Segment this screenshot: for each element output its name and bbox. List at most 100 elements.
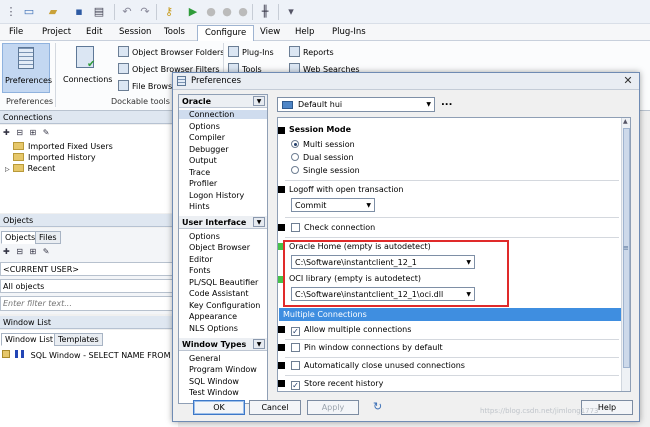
- tree-item[interactable]: Imported History: [13, 153, 96, 162]
- section-marker: [278, 344, 285, 351]
- tree-item[interactable]: Imported Fixed Users: [13, 142, 113, 151]
- category-group-window-types[interactable]: Window Types ▼: [179, 338, 267, 351]
- execute-icon[interactable]: ▶: [186, 5, 200, 19]
- allow-multiple-connections-checkbox[interactable]: ✓ Allow multiple connections: [291, 325, 411, 336]
- menu-tools[interactable]: Tools: [164, 27, 185, 37]
- tab-window-list[interactable]: Window List: [1, 333, 58, 346]
- category-item[interactable]: Hints: [189, 202, 210, 211]
- menu-project[interactable]: Project: [42, 27, 71, 37]
- menu-file[interactable]: File: [9, 27, 23, 37]
- explain-icon[interactable]: ╫: [258, 5, 272, 19]
- objects-toolbar-icons[interactable]: ✚ ⊟ ⊞ ✎: [3, 247, 51, 256]
- category-item[interactable]: Appearance: [189, 312, 237, 321]
- reports-button[interactable]: Reports: [289, 46, 334, 57]
- open-icon[interactable]: ▰: [46, 5, 60, 19]
- checkbox-checked: ✓: [291, 327, 300, 336]
- menu-help[interactable]: Help: [295, 27, 314, 37]
- radio-button: [291, 166, 299, 174]
- cancel-button[interactable]: Cancel: [249, 400, 301, 415]
- category-item[interactable]: Test Window: [189, 388, 239, 397]
- category-item[interactable]: Compiler: [189, 133, 225, 142]
- key-icon[interactable]: ⚷: [162, 5, 176, 19]
- apply-button[interactable]: Apply: [307, 400, 359, 415]
- menu-session[interactable]: Session: [119, 27, 151, 37]
- store-recent-history-checkbox[interactable]: ✓ Store recent history: [291, 379, 383, 390]
- radio-single-session[interactable]: Single session: [291, 166, 360, 175]
- category-item[interactable]: Fonts: [189, 266, 211, 275]
- category-item[interactable]: Object Browser: [189, 243, 250, 252]
- connections-panel: ✚ ⊟ ⊞ ✎ Imported Fixed Users Imported Hi…: [0, 125, 178, 213]
- refresh-icon[interactable]: ↻: [373, 400, 382, 413]
- vertical-scrollbar[interactable]: ▲ ≡: [621, 118, 630, 391]
- category-item[interactable]: PL/SQL Beautifier: [189, 278, 258, 287]
- chevron-down-icon[interactable]: ▼: [253, 339, 265, 349]
- checkbox-label: Check connection: [304, 223, 376, 232]
- category-item[interactable]: Options: [189, 122, 220, 131]
- category-item[interactable]: Output: [189, 156, 217, 165]
- current-user-select[interactable]: <CURRENT USER>: [0, 262, 178, 276]
- category-item[interactable]: Key Configuration: [189, 301, 260, 310]
- ok-button[interactable]: OK: [193, 400, 245, 415]
- category-group-user-interface[interactable]: User Interface ▼: [179, 216, 267, 229]
- category-item[interactable]: Options: [189, 232, 220, 241]
- tab-files[interactable]: Files: [35, 231, 61, 244]
- scroll-up-icon[interactable]: ▲: [623, 118, 628, 125]
- close-icon[interactable]: ✕: [620, 74, 636, 88]
- print-icon[interactable]: ▤: [92, 5, 106, 19]
- multiple-connections-title: Multiple Connections: [283, 310, 367, 319]
- menu-edit[interactable]: Edit: [86, 27, 102, 37]
- menu-configure[interactable]: Configure: [197, 25, 255, 41]
- object-browser-folders-button[interactable]: Object Browser Folders: [118, 46, 224, 57]
- tree-item[interactable]: ▷ Recent: [5, 164, 55, 173]
- category-item[interactable]: SQL Window: [189, 377, 239, 386]
- check-connection-checkbox[interactable]: Check connection: [291, 223, 375, 232]
- radio-multi-session[interactable]: Multi session: [291, 140, 355, 149]
- chevron-down-icon[interactable]: ▼: [253, 96, 265, 106]
- category-item[interactable]: Logon History: [189, 191, 244, 200]
- section-marker: [278, 224, 285, 231]
- category-group-oracle[interactable]: Oracle ▼: [179, 95, 267, 108]
- plug-ins-button[interactable]: Plug-Ins: [228, 46, 274, 57]
- monitor-icon: [282, 101, 293, 109]
- category-group-title: Window Types: [182, 340, 247, 349]
- new-icon[interactable]: ▭: [22, 5, 36, 19]
- scheme-select[interactable]: Default hui ▼: [277, 97, 435, 112]
- object-type-select[interactable]: All objects: [0, 279, 178, 293]
- preferences-button[interactable]: Preferences: [2, 43, 52, 93]
- filter-input[interactable]: [0, 296, 178, 311]
- menu-plug-ins[interactable]: Plug-Ins: [332, 27, 366, 37]
- tab-templates[interactable]: Templates: [54, 333, 103, 346]
- connections-toolbar-icons[interactable]: ✚ ⊟ ⊞ ✎: [3, 128, 51, 137]
- category-item-connection[interactable]: Connection: [179, 110, 267, 119]
- category-item[interactable]: NLS Options: [189, 324, 238, 333]
- redo-icon[interactable]: ↷: [138, 5, 152, 19]
- category-item[interactable]: Trace: [189, 168, 210, 177]
- category-item[interactable]: Editor: [189, 255, 213, 264]
- file-browser-button[interactable]: File Browse: [118, 80, 177, 91]
- undo-icon[interactable]: ↶: [120, 5, 134, 19]
- break-icon[interactable]: ●: [204, 5, 218, 19]
- pin-window-connections-checkbox[interactable]: Pin window connections by default: [291, 343, 443, 352]
- auto-close-connections-checkbox[interactable]: Automatically close unused connections: [291, 361, 465, 370]
- category-item[interactable]: Program Window: [189, 365, 257, 374]
- tab-objects[interactable]: Objects: [1, 231, 40, 244]
- customize-toolbar-icon[interactable]: ▾: [284, 5, 298, 19]
- window-list-item[interactable]: SQL Window - SELECT NAME FROM V: [2, 350, 179, 360]
- chevron-down-icon[interactable]: ▼: [253, 217, 265, 227]
- commit-icon[interactable]: ●: [236, 5, 250, 19]
- plug-ins-label: Plug-Ins: [242, 48, 274, 57]
- category-item[interactable]: Profiler: [189, 179, 217, 188]
- radio-dual-session[interactable]: Dual session: [291, 153, 354, 162]
- save-icon[interactable]: ▪: [72, 5, 86, 19]
- category-item[interactable]: Code Assistant: [189, 289, 248, 298]
- category-item[interactable]: General: [189, 354, 221, 363]
- scheme-more-button[interactable]: ...: [441, 97, 452, 108]
- expand-icon[interactable]: ▷: [5, 166, 10, 173]
- category-item[interactable]: Debugger: [189, 145, 229, 154]
- scheme-value: Default hui: [298, 100, 343, 109]
- connections-button[interactable]: ✔ Connections: [60, 43, 112, 93]
- fetch-icon[interactable]: ●: [220, 5, 234, 19]
- menu-view[interactable]: View: [260, 27, 280, 37]
- logoff-select[interactable]: Commit ▼: [291, 198, 375, 212]
- checkbox-label: Store recent history: [304, 379, 384, 388]
